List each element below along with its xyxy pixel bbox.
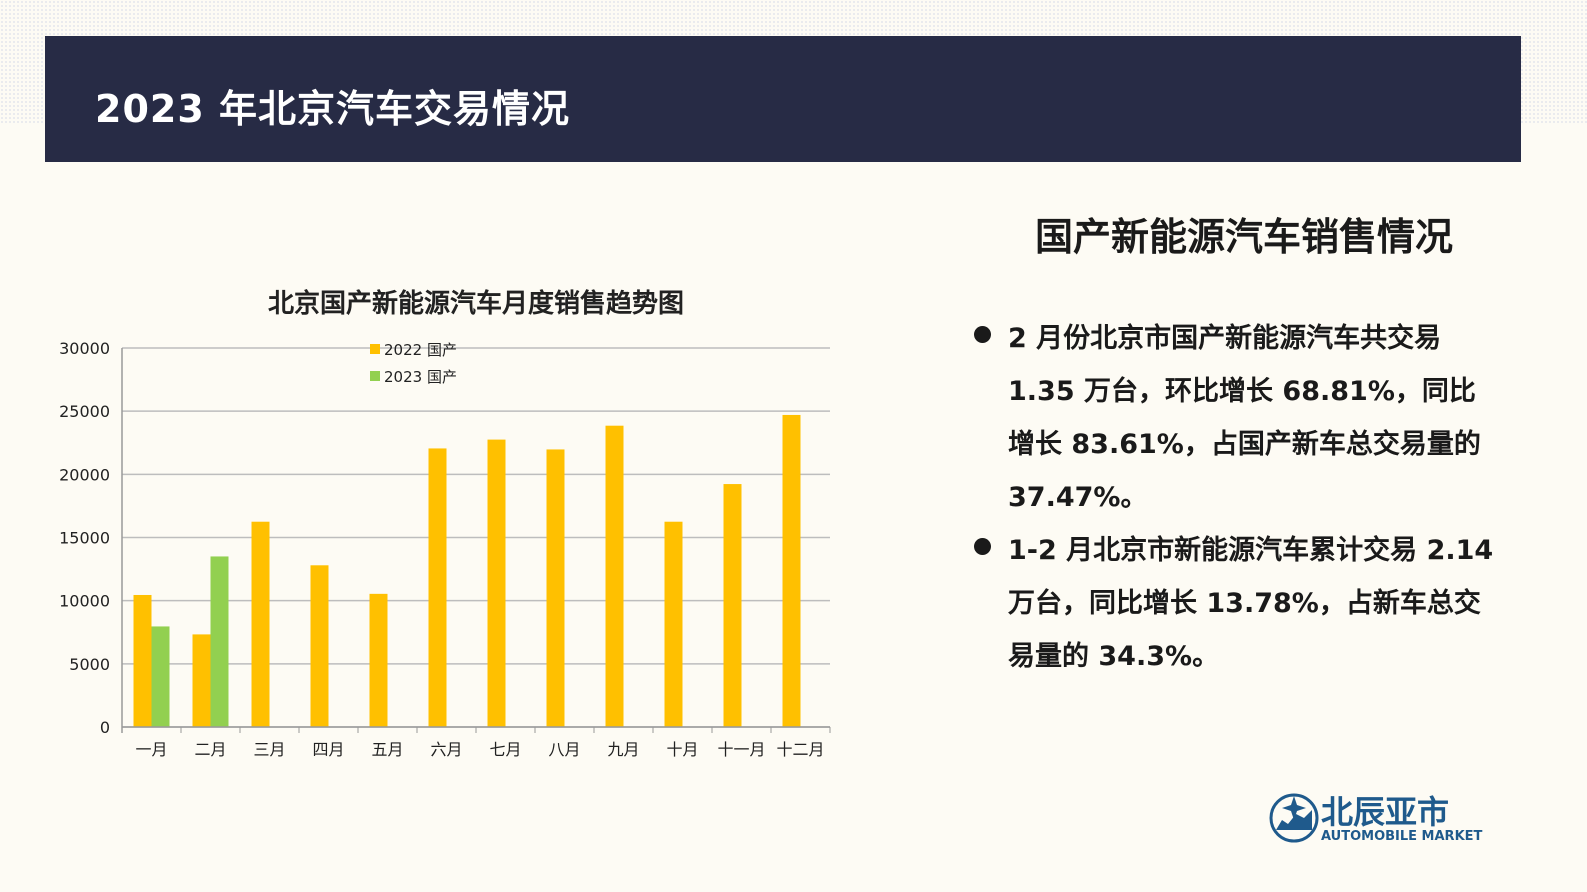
x-tick-label: 十一月 [717, 740, 765, 759]
x-tick-label: 二月 [194, 740, 226, 759]
bullet-item: 1-2 月北京市新能源汽车累计交易 2.14 万台，同比增长 13.78%，占新… [970, 524, 1500, 683]
y-tick-label: 0 [100, 718, 110, 737]
logo-en: AUTOMOBILE MARKET [1321, 829, 1483, 844]
y-tick-label: 15000 [59, 529, 110, 548]
x-tick-label: 九月 [607, 740, 639, 759]
header-bar: 2023 年北京汽车交易情况 [45, 36, 1521, 162]
legend-label: 2022 国产 [384, 341, 457, 359]
bullet-dot-icon [974, 326, 991, 343]
bar-2023 [151, 626, 170, 727]
x-tick-label: 一月 [135, 740, 167, 759]
y-tick-label: 5000 [69, 655, 110, 674]
x-tick-label: 五月 [371, 740, 403, 759]
y-tick-label: 10000 [59, 592, 110, 611]
bar-2022 [251, 521, 270, 727]
x-tick-label: 四月 [312, 740, 344, 759]
legend-label: 2023 国产 [384, 368, 457, 386]
x-tick-label: 十二月 [776, 740, 824, 759]
logo: 北辰亚市 AUTOMOBILE MARKET [1268, 790, 1483, 849]
x-tick-label: 八月 [548, 740, 580, 759]
bar-2022 [664, 521, 683, 727]
bar-2022 [369, 593, 388, 727]
chart-title: 北京国产新能源汽车月度销售趋势图 [268, 288, 684, 319]
page-title: 2023 年北京汽车交易情况 [95, 87, 570, 131]
bullet-dot-icon [974, 538, 991, 555]
bar-2022 [428, 448, 447, 727]
bullet-item: 2 月份北京市国产新能源汽车共交易 1.35 万台，环比增长 68.81%，同比… [970, 312, 1500, 524]
x-tick-label: 六月 [430, 740, 462, 759]
bar-2022 [487, 439, 506, 727]
bar-2022 [605, 425, 624, 727]
section-title: 国产新能源汽车销售情况 [1035, 215, 1454, 259]
bar-2022 [723, 484, 742, 727]
y-tick-label: 25000 [59, 402, 110, 421]
legend-swatch [370, 371, 380, 381]
logo-cn: 北辰亚市 [1321, 793, 1449, 831]
legend-swatch [370, 344, 380, 354]
bullet-list: 2 月份北京市国产新能源汽车共交易 1.35 万台，环比增长 68.81%，同比… [970, 312, 1500, 683]
bar-2022 [310, 565, 329, 727]
y-tick-label: 20000 [59, 465, 110, 484]
x-tick-label: 三月 [253, 740, 285, 759]
bar-2022 [133, 594, 152, 727]
x-tick-label: 十月 [666, 740, 698, 759]
bar-2022 [546, 449, 565, 727]
y-tick-label: 30000 [59, 339, 110, 358]
bar-2022 [782, 414, 801, 727]
bar-2022 [192, 634, 211, 727]
bar-chart: 北京国产新能源汽车月度销售趋势图 0 5000 10000 15000 20000 2500… [59, 288, 831, 759]
x-tick-label: 七月 [489, 740, 521, 759]
bar-2023 [210, 556, 229, 727]
